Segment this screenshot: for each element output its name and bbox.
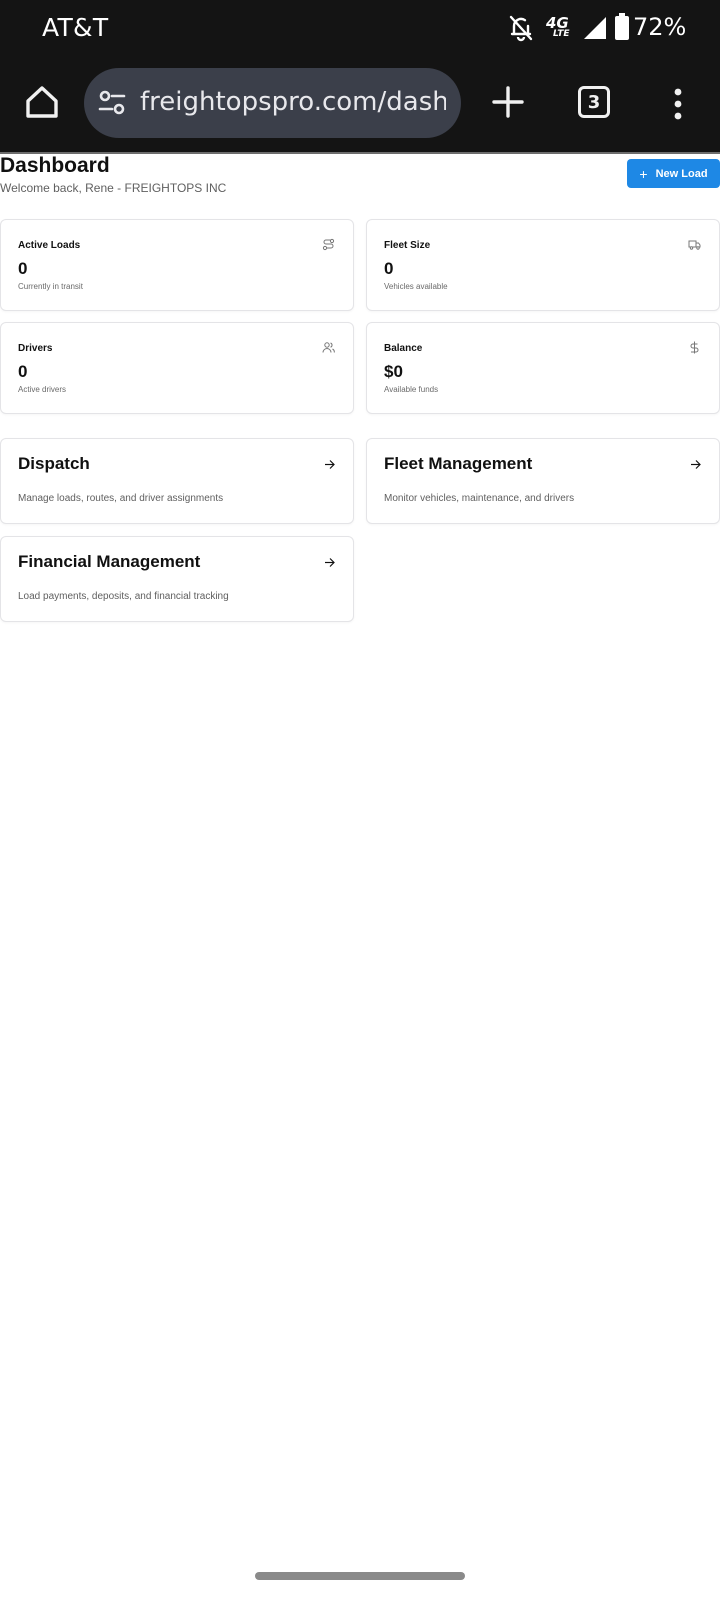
stat-label: Fleet Size [384,240,431,251]
battery-percent: 72% [633,13,687,41]
stat-note: Available funds [384,385,439,394]
plus-icon[interactable] [490,84,526,120]
new-load-button[interactable]: + New Load [627,159,720,188]
stat-card-fleet-size[interactable]: Fleet Size 0 Vehicles available [366,219,720,311]
battery-icon [615,13,629,40]
stat-label: Drivers [18,343,53,354]
tab-count: 3 [587,91,601,113]
stat-note: Vehicles available [384,282,448,291]
lte-icon: 4G LTE [546,14,574,41]
arrow-right-icon [325,558,335,567]
stat-value: 0 [18,362,28,381]
module-title: Dispatch [18,454,90,473]
carrier-name: AT&T [42,13,109,42]
stat-card-active-loads[interactable]: Active Loads 0 Currently in transit [0,219,354,311]
arrow-right-icon [325,460,335,469]
tab-switcher-button[interactable]: 3 [578,86,610,118]
url-text[interactable]: freightopspro.com/dashl [140,87,446,117]
module-description: Monitor vehicles, maintenance, and drive… [384,493,575,504]
module-description: Load payments, deposits, and financial t… [18,591,229,602]
module-card-fleet-management[interactable]: Fleet Management Monitor vehicles, maint… [366,438,720,524]
module-description: Manage loads, routes, and driver assignm… [18,493,224,504]
module-title: Financial Management [18,552,201,571]
stat-note: Active drivers [18,385,67,394]
stat-label: Balance [384,343,423,354]
home-icon[interactable] [22,82,62,122]
gesture-home-indicator[interactable] [255,1572,465,1580]
module-card-financial-management[interactable]: Financial Management Load payments, depo… [0,536,354,622]
module-title: Fleet Management [384,454,533,473]
users-icon [322,342,335,353]
stat-label: Active Loads [18,240,81,251]
address-bar[interactable]: freightopspro.com/dashl [84,68,461,138]
stat-note: Currently in transit [18,282,83,291]
truck-icon [688,240,701,250]
network-sub-label: LTE [553,29,570,39]
route-icon [322,238,335,251]
page-subtitle: Welcome back, Rene - FREIGHTOPS INC [0,181,227,195]
tune-icon[interactable] [98,90,126,116]
stat-card-balance[interactable]: Balance $0 Available funds [366,322,720,414]
status-icons: 4G LTE 72% [490,0,720,56]
new-load-label: New Load [655,167,708,180]
stat-card-drivers[interactable]: Drivers 0 Active drivers [0,322,354,414]
browser-toolbar: freightopspro.com/dashl 3 [0,56,720,152]
dollar-icon [690,341,699,354]
more-vert-icon[interactable] [668,84,688,124]
plus-icon: + [639,165,648,182]
status-bar: AT&T 4G LTE 72% [0,0,720,56]
stat-value: 0 [18,259,28,278]
page-title: Dashboard [0,154,110,177]
stat-value: $0 [384,362,403,381]
module-card-dispatch[interactable]: Dispatch Manage loads, routes, and drive… [0,438,354,524]
signal-icon [584,17,606,39]
stat-value: 0 [384,259,394,278]
bell-off-icon [509,15,533,42]
arrow-right-icon [691,460,701,469]
